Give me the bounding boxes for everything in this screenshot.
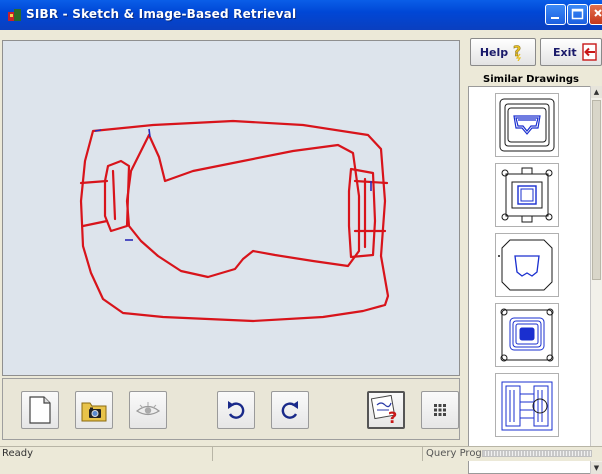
result-drawing-4	[500, 308, 554, 362]
sketch-drawing[interactable]	[3, 41, 459, 375]
close-icon	[594, 9, 602, 17]
similar-drawings-label: Similar Drawings	[483, 74, 579, 85]
new-document-icon	[29, 396, 51, 424]
new-sketch-button[interactable]	[21, 391, 59, 429]
grid-options-button[interactable]	[421, 391, 459, 429]
sketch-left-strap-bottom	[81, 219, 109, 228]
sketch-inner-lens	[125, 133, 361, 279]
sketch-blue-mark-2	[148, 128, 151, 138]
result-drawing-2	[501, 167, 553, 223]
title-bar[interactable]: SIBR - Sketch & Image-Based Retrieval	[0, 0, 602, 30]
grid-options-icon	[434, 404, 446, 416]
minimize-icon	[551, 17, 559, 19]
result-thumbnail-5[interactable]	[495, 373, 559, 437]
scroll-up-arrow[interactable]: ▲	[591, 86, 602, 98]
result-thumbnail-4[interactable]	[495, 303, 559, 367]
results-list[interactable]	[468, 86, 594, 474]
status-bar: Ready Query Progress:	[0, 446, 602, 461]
help-label: Help	[479, 45, 509, 59]
maximize-button[interactable]	[567, 4, 588, 25]
open-image-button[interactable]	[75, 391, 113, 429]
result-thumbnail-1[interactable]	[495, 93, 559, 157]
sketch-left-strap-top	[79, 179, 109, 185]
minimize-button[interactable]	[545, 4, 566, 25]
right-panel: Help ? Exit Similar Drawings ▲ ▼	[466, 36, 602, 474]
undo-icon	[228, 401, 245, 419]
tool-bar: ?	[2, 378, 460, 440]
app-logo-icon	[8, 9, 21, 21]
help-button[interactable]: Help ?	[470, 38, 536, 66]
scroll-down-arrow[interactable]: ▼	[591, 462, 602, 474]
status-divider	[422, 447, 423, 461]
result-drawing-5	[501, 381, 553, 431]
maximize-icon	[571, 8, 584, 20]
open-camera-folder-icon	[81, 402, 107, 422]
sketch-left-detail	[111, 169, 117, 221]
status-text: Ready	[2, 448, 34, 459]
exit-arrow-icon	[581, 43, 597, 61]
query-help-icon: ?	[371, 395, 397, 425]
result-drawing-1	[499, 98, 555, 152]
status-divider	[212, 447, 213, 461]
redo-button[interactable]	[271, 391, 309, 429]
sketch-left-panel	[103, 159, 131, 233]
scroll-thumb[interactable]	[592, 100, 601, 280]
window-title: SIBR - Sketch & Image-Based Retrieval	[26, 7, 297, 21]
sketch-blue-mark-1	[94, 129, 102, 132]
question-lightning-icon: ?	[513, 44, 522, 61]
query-progress-bar	[482, 450, 592, 457]
view-button[interactable]	[129, 391, 167, 429]
svg-text:?: ?	[388, 408, 397, 425]
sketch-canvas[interactable]	[2, 40, 460, 376]
result-drawing-3	[498, 239, 553, 291]
result-thumbnail-2[interactable]	[495, 163, 559, 227]
redo-icon	[281, 401, 298, 419]
results-scrollbar[interactable]: ▲ ▼	[590, 86, 602, 474]
result-thumbnail-3[interactable]	[495, 233, 559, 297]
undo-button[interactable]	[217, 391, 255, 429]
query-help-button[interactable]: ?	[367, 391, 405, 429]
view-eye-icon	[135, 402, 161, 416]
exit-label: Exit	[553, 45, 577, 59]
close-button[interactable]	[589, 4, 602, 25]
exit-button[interactable]: Exit	[540, 38, 602, 66]
